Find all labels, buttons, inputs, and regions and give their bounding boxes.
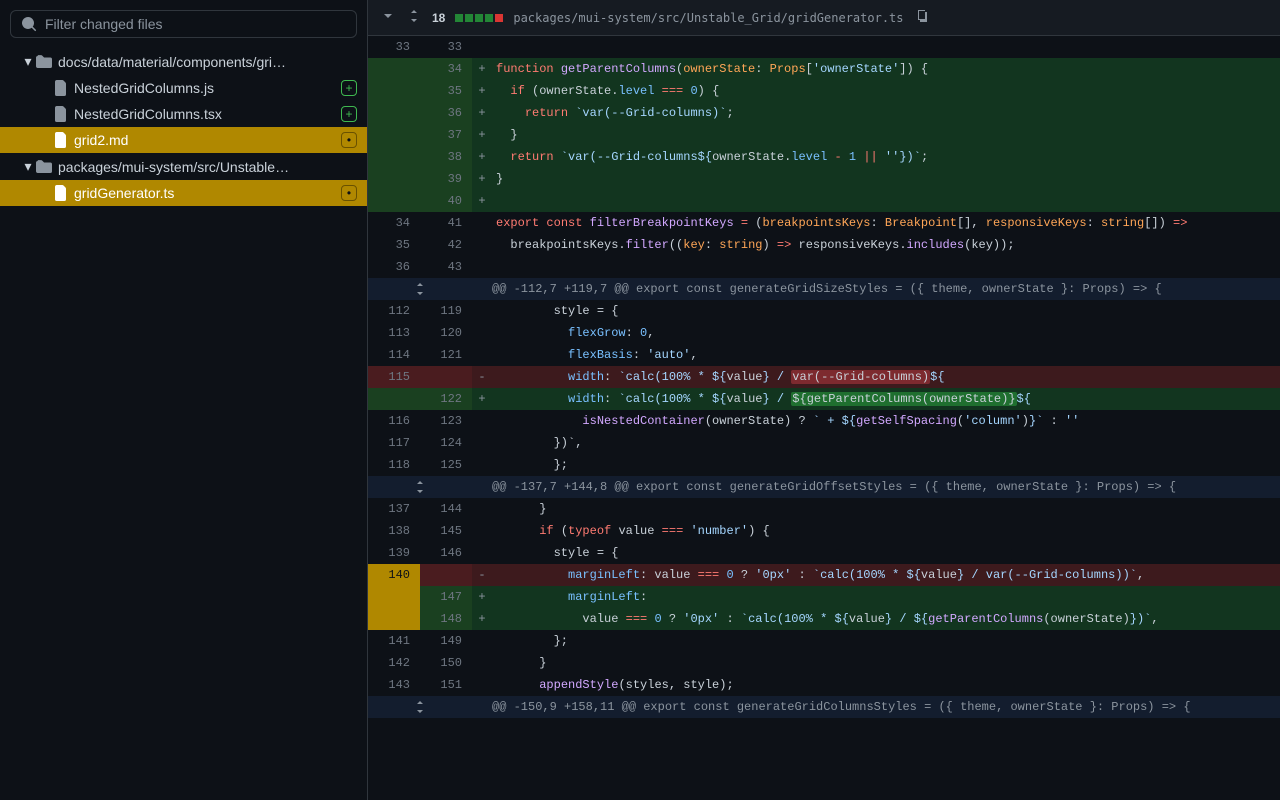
diff-line: 3542 breakpointsKeys.filter((key: string… (368, 234, 1280, 256)
added-badge: + (341, 80, 357, 96)
copy-path-icon[interactable] (914, 8, 930, 27)
diff-line: 39+} (368, 168, 1280, 190)
file-header: 18 packages/mui-system/src/Unstable_Grid… (368, 0, 1280, 36)
diff-stat-squares (455, 14, 503, 22)
diff-line: 141149 }; (368, 630, 1280, 652)
folder-icon (36, 54, 52, 70)
collapse-icon[interactable] (380, 8, 396, 27)
tree-file-gridgen[interactable]: gridGenerator.ts • (0, 180, 367, 206)
file-label: grid2.md (74, 132, 341, 148)
file-icon (52, 106, 68, 122)
diff-line: 142150 } (368, 652, 1280, 674)
diff-line: 140- marginLeft: value === 0 ? '0px' : `… (368, 564, 1280, 586)
tree-folder-packages[interactable]: ▾ packages/mui-system/src/Unstable… (0, 153, 367, 180)
diff-line: 137144 } (368, 498, 1280, 520)
file-icon (52, 132, 68, 148)
diff-line: 3333 (368, 36, 1280, 58)
diff-line: 36+ return `var(--Grid-columns)`; (368, 102, 1280, 124)
diff-view: 18 packages/mui-system/src/Unstable_Grid… (368, 0, 1280, 800)
search-icon (21, 16, 37, 32)
diff-line: 40+ (368, 190, 1280, 212)
diff-line: 116123 isNestedContainer(ownerState) ? `… (368, 410, 1280, 432)
change-count: 18 (432, 11, 445, 25)
folder-label: packages/mui-system/src/Unstable… (58, 159, 357, 175)
diff-line: 139146 style = { (368, 542, 1280, 564)
chevron-down-icon: ▾ (20, 53, 36, 70)
file-icon (52, 185, 68, 201)
tree-file-grid2md[interactable]: grid2.md • (0, 127, 367, 153)
modified-badge: • (341, 185, 357, 201)
diff-line: 138145 if (typeof value === 'number') { (368, 520, 1280, 542)
diff-line: 122+ width: `calc(100% * ${value} / ${ge… (368, 388, 1280, 410)
diff-line: 35+ if (ownerState.level === 0) { (368, 80, 1280, 102)
file-icon (52, 80, 68, 96)
diff-line: 112119 style = { (368, 300, 1280, 322)
added-badge: + (341, 106, 357, 122)
diff-line: 118125 }; (368, 454, 1280, 476)
modified-badge: • (341, 132, 357, 148)
diff-line: 34+function getParentColumns(ownerState:… (368, 58, 1280, 80)
diff-line: 114121 flexBasis: 'auto', (368, 344, 1280, 366)
diff-line: 3643 (368, 256, 1280, 278)
diff-line: 143151 appendStyle(styles, style); (368, 674, 1280, 696)
diff-line: 148+ value === 0 ? '0px' : `calc(100% * … (368, 608, 1280, 630)
file-tree-sidebar: ▾ docs/data/material/components/gri… Nes… (0, 0, 368, 800)
file-tree: ▾ docs/data/material/components/gri… Nes… (0, 44, 367, 210)
diff-line: 115- width: `calc(100% * ${value} / var(… (368, 366, 1280, 388)
filter-input[interactable] (45, 16, 346, 32)
diff-line: 3441 export const filterBreakpointKeys =… (368, 212, 1280, 234)
file-path: packages/mui-system/src/Unstable_Grid/gr… (513, 11, 903, 25)
diff-line: 38+ return `var(--Grid-columns${ownerSta… (368, 146, 1280, 168)
folder-icon (36, 159, 52, 175)
diff-line: 117124 })`, (368, 432, 1280, 454)
diff-line: 37+ } (368, 124, 1280, 146)
tree-folder-docs[interactable]: ▾ docs/data/material/components/gri… (0, 48, 367, 75)
file-label: gridGenerator.ts (74, 185, 341, 201)
tree-file-nested-tsx[interactable]: NestedGridColumns.tsx + (0, 101, 367, 127)
file-label: NestedGridColumns.tsx (74, 106, 341, 122)
diff-line: 113120 flexGrow: 0, (368, 322, 1280, 344)
tree-file-nested-js[interactable]: NestedGridColumns.js + (0, 75, 367, 101)
hunk-header[interactable]: @@ -137,7 +144,8 @@ export const generat… (368, 476, 1280, 498)
diff-line: 147+ marginLeft: (368, 586, 1280, 608)
hunk-header[interactable]: @@ -150,9 +158,11 @@ export const genera… (368, 696, 1280, 718)
diff-body[interactable]: 3333 34+function getParentColumns(ownerS… (368, 36, 1280, 800)
file-label: NestedGridColumns.js (74, 80, 341, 96)
folder-label: docs/data/material/components/gri… (58, 54, 357, 70)
hunk-header[interactable]: @@ -112,7 +119,7 @@ export const generat… (368, 278, 1280, 300)
chevron-down-icon: ▾ (20, 158, 36, 175)
expand-all-icon[interactable] (406, 8, 422, 27)
filter-changed-files[interactable] (10, 10, 357, 38)
